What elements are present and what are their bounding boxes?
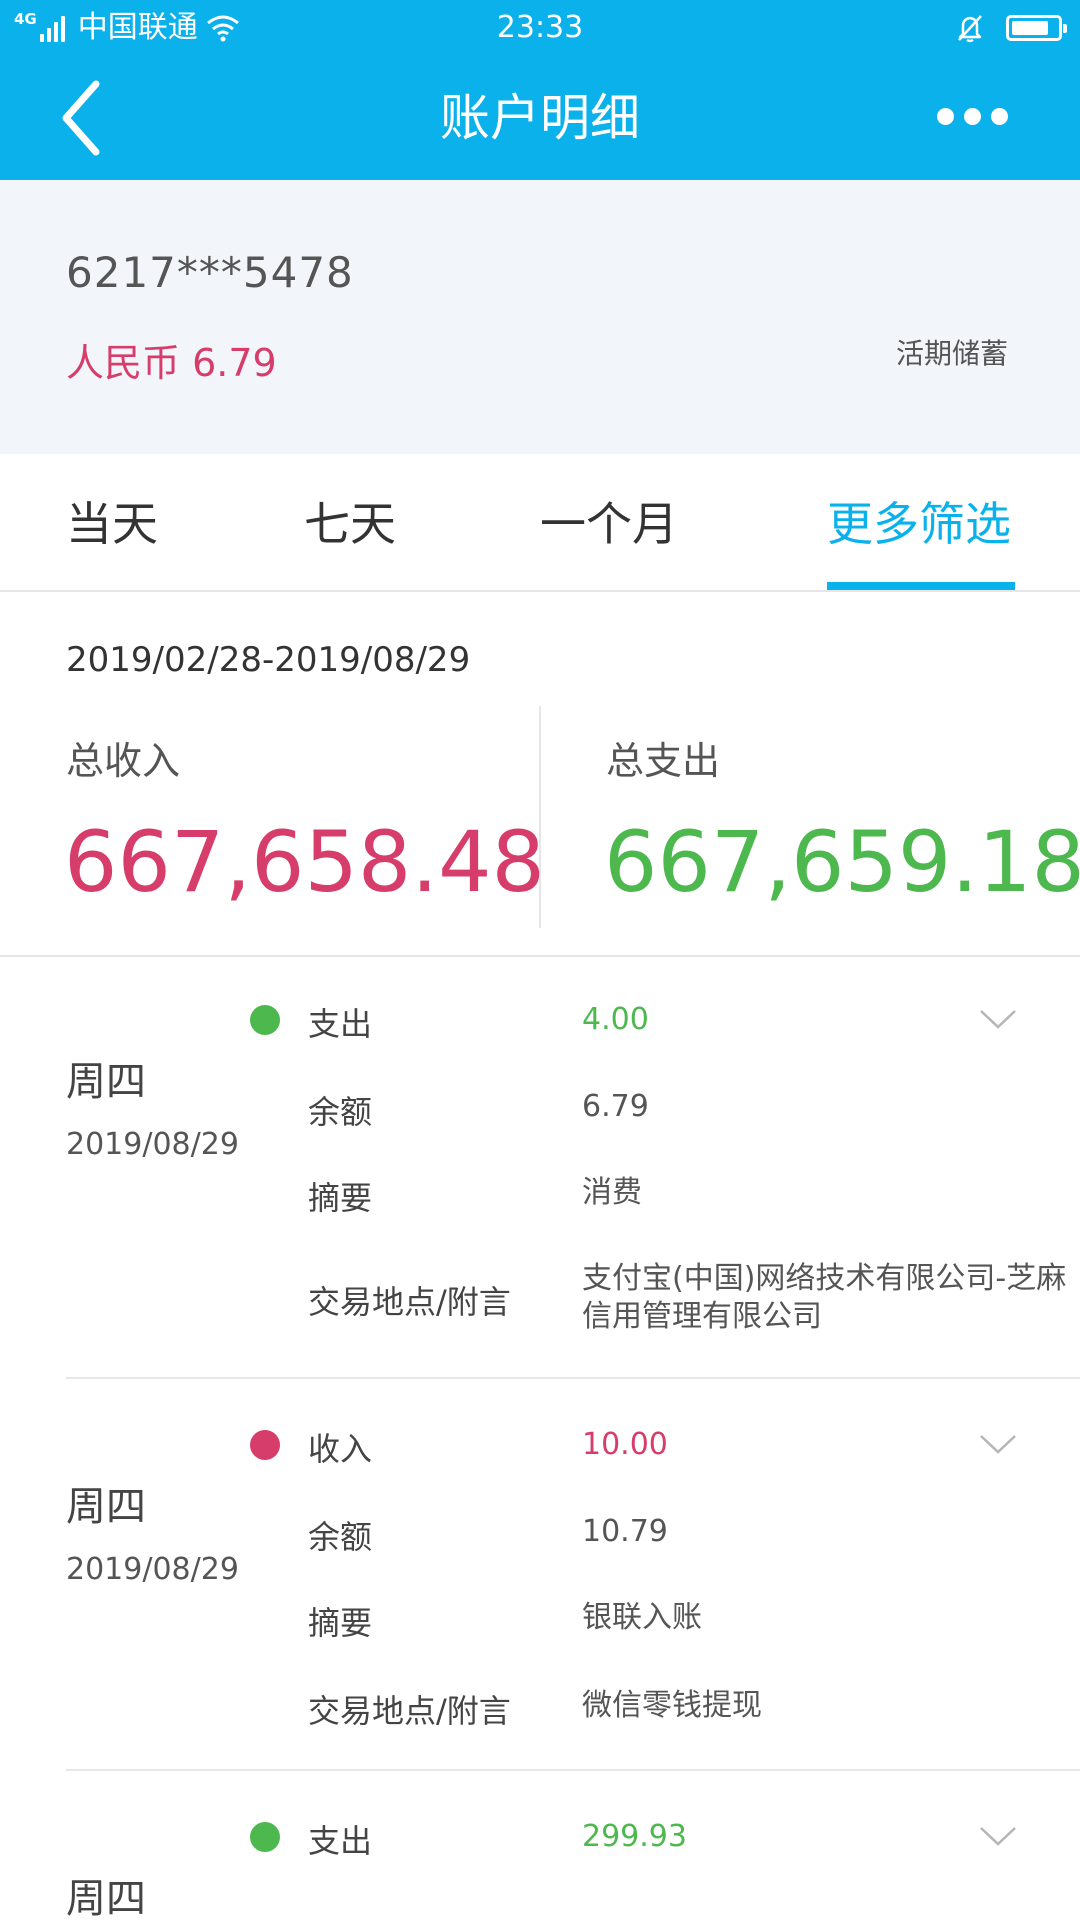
battery-icon: [1006, 15, 1067, 41]
tx-summary-label: 摘要: [308, 1179, 373, 1217]
tx-summary-label: 摘要: [308, 1604, 373, 1642]
account-number: 6217***5478: [66, 248, 354, 297]
bell-off-icon: [958, 15, 982, 43]
tx-summary: 消费: [582, 1175, 642, 1210]
income-dot-icon: [250, 1430, 280, 1460]
tab-today[interactable]: 当天: [66, 496, 158, 552]
tx-balance-label: 余额: [308, 1518, 373, 1556]
tx-weekday: 周四: [66, 1484, 146, 1530]
tx-summary: 银联入账: [582, 1600, 702, 1635]
tx-kind: 支出: [308, 1005, 373, 1043]
status-right: [954, 8, 1067, 48]
account-card: 6217***5478 人民币 6.79 活期储蓄: [0, 180, 1080, 454]
active-tab-indicator: [827, 582, 1015, 590]
tx-amount: 10.00: [582, 1427, 668, 1462]
total-expense-label: 总支出: [606, 739, 721, 783]
total-income-value: 667,658.48: [64, 813, 545, 911]
period-tabs: 当天 七天 一个月 更多筛选: [0, 454, 1080, 592]
expense-dot-icon: [250, 1005, 280, 1035]
status-bar: 4G 中国联通 23:33: [0, 0, 1080, 56]
tab-seven-days[interactable]: 七天: [304, 496, 396, 552]
account-type: 活期储蓄: [895, 337, 1008, 370]
tx-balance-label: 余额: [308, 1093, 373, 1131]
tx-location: 微信零钱提现: [582, 1688, 762, 1723]
summary-divider-bottom: [0, 955, 1080, 957]
tx-weekday: 周四: [66, 1059, 146, 1105]
tab-more-filters[interactable]: 更多筛选: [827, 496, 1011, 552]
tx-kind: 收入: [308, 1430, 373, 1468]
tx-amount: 299.93: [582, 1819, 687, 1854]
more-dots-icon: [937, 108, 954, 125]
expense-dot-icon: [250, 1822, 280, 1852]
tx-location-label: 交易地点/附言: [308, 1692, 511, 1730]
page-title: 账户明细: [440, 89, 640, 147]
tab-one-month[interactable]: 一个月: [540, 496, 678, 552]
total-expense-value: 667,659.18: [604, 813, 1080, 911]
tx-balance: 6.79: [582, 1089, 649, 1124]
date-range: 2019/02/28-2019/08/29: [66, 640, 471, 680]
tx-location: 支付宝(中国)网络技术有限公司-芝麻信用管理有限公司: [582, 1261, 1067, 1334]
nav-bar: 账户明细: [0, 56, 1080, 180]
chevron-down-icon[interactable]: [978, 1824, 1018, 1848]
tx-separator: [66, 1377, 1080, 1379]
tx-amount: 4.00: [582, 1002, 649, 1037]
chevron-down-icon[interactable]: [978, 1432, 1018, 1456]
account-balance: 人民币 6.79: [66, 341, 277, 385]
tx-date: 2019/08/29: [66, 1552, 239, 1587]
total-income-label: 总收入: [66, 739, 181, 783]
tx-location-label: 交易地点/附言: [308, 1283, 511, 1321]
status-time: 23:33: [496, 10, 584, 45]
tx-balance: 10.79: [582, 1514, 668, 1549]
more-button[interactable]: [927, 108, 1008, 125]
tx-date: 2019/08/29: [66, 1127, 239, 1162]
tx-weekday: 周四: [66, 1876, 146, 1920]
tx-separator: [66, 1769, 1080, 1771]
chevron-down-icon[interactable]: [978, 1007, 1018, 1031]
tx-kind: 支出: [308, 1822, 373, 1860]
